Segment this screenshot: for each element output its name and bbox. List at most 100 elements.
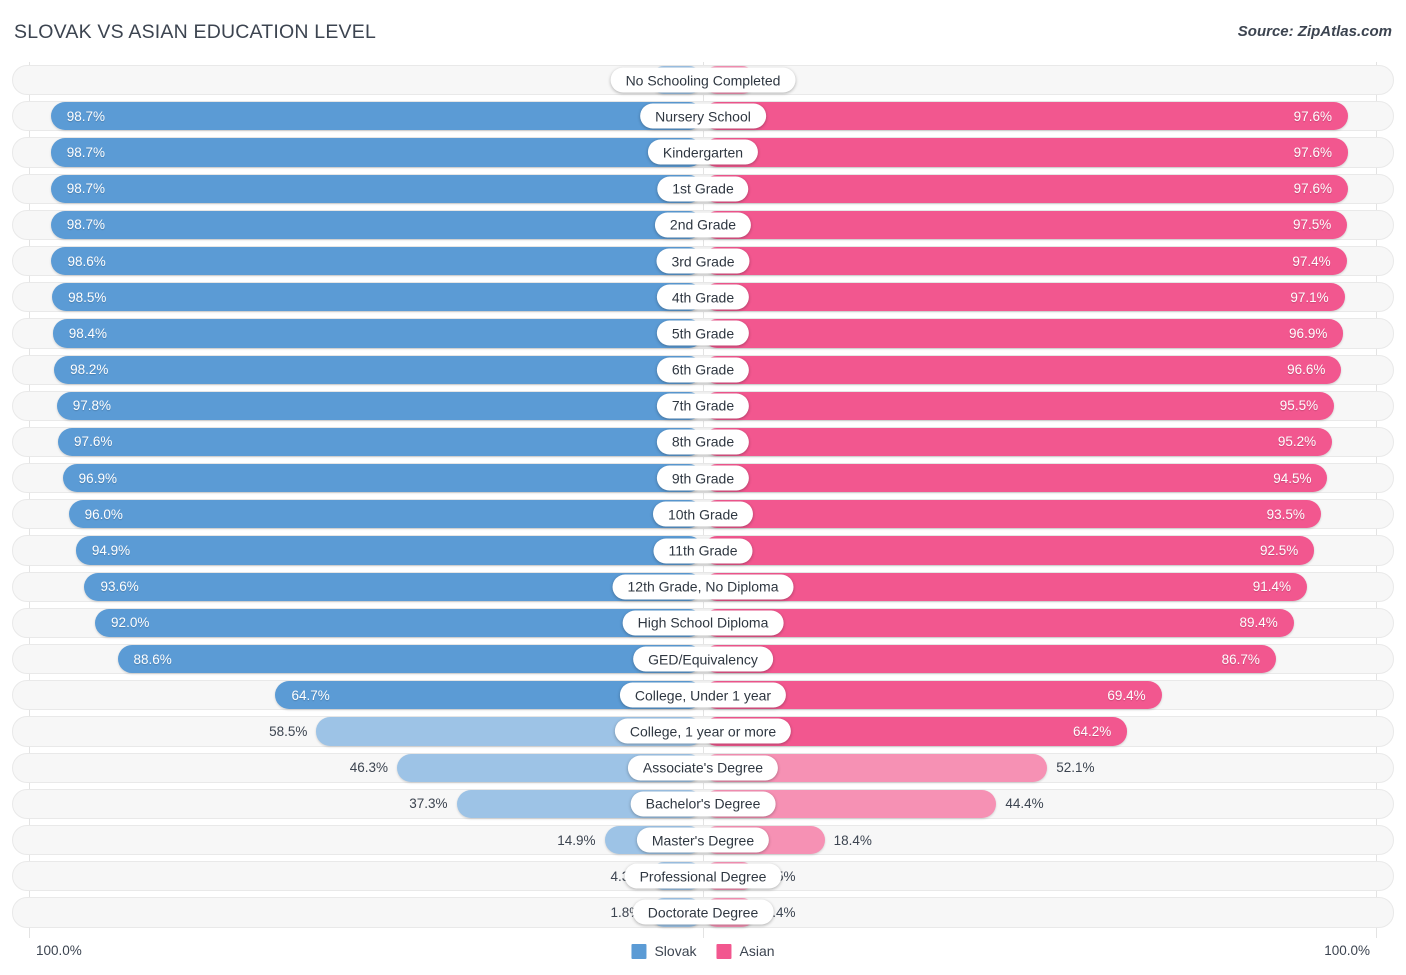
slovak-bar[interactable]: 98.5% xyxy=(52,283,703,312)
chart-row: 97.6% 95.2% 8th Grade xyxy=(0,424,1406,460)
slovak-bar[interactable]: 98.4% xyxy=(52,319,703,348)
asian-bar[interactable]: 95.2% xyxy=(703,427,1333,457)
chart-row: 96.0% 93.5% 10th Grade xyxy=(0,496,1406,532)
slovak-bar[interactable]: 98.7% xyxy=(50,102,703,131)
asian-half: 97.4% xyxy=(703,246,1406,276)
asian-bar[interactable]: 86.7% xyxy=(703,645,1276,674)
category-label: 10th Grade xyxy=(652,501,754,527)
slovak-value-label: 46.3% xyxy=(349,760,389,776)
category-label: Master's Degree xyxy=(636,827,770,853)
asian-bar[interactable]: 95.5% xyxy=(703,391,1335,420)
asian-bar[interactable]: 92.5% xyxy=(703,536,1315,565)
slovak-half: 98.7% xyxy=(0,138,703,167)
legend-item[interactable]: Slovak xyxy=(631,943,697,959)
asian-value-label: 18.4% xyxy=(833,832,872,848)
chart-row: 98.7% 97.6% Nursery School xyxy=(0,98,1406,134)
slovak-half: 98.5% xyxy=(0,283,703,312)
asian-bar[interactable]: 93.5% xyxy=(703,500,1321,529)
asian-half: 64.2% xyxy=(703,717,1406,746)
slovak-bar[interactable]: 93.6% xyxy=(84,572,703,601)
slovak-half: 97.6% xyxy=(0,427,703,457)
category-label: College, 1 year or more xyxy=(614,718,792,744)
slovak-half: 96.9% xyxy=(0,464,703,493)
asian-bar[interactable]: 97.6% xyxy=(703,138,1348,167)
chart-row: 96.9% 94.5% 9th Grade xyxy=(0,460,1406,496)
slovak-value-label: 98.6% xyxy=(67,253,106,269)
asian-value-label: 96.9% xyxy=(1289,325,1328,341)
slovak-half: 14.9% xyxy=(0,825,703,855)
asian-half: 5.5% xyxy=(703,862,1406,891)
chart-row: 64.7% 69.4% College, Under 1 year xyxy=(0,677,1406,713)
asian-half: 97.6% xyxy=(703,102,1406,131)
asian-bar[interactable]: 97.4% xyxy=(703,246,1347,276)
asian-half: 96.6% xyxy=(703,355,1406,384)
source-attribution: Source: ZipAtlas.com xyxy=(1237,23,1392,40)
slovak-value-label: 98.7% xyxy=(66,181,106,197)
chart-row: 98.2% 96.6% 6th Grade xyxy=(0,352,1406,388)
slovak-bar[interactable]: 98.7% xyxy=(50,138,703,167)
asian-bar[interactable]: 97.6% xyxy=(703,174,1348,203)
slovak-value-label: 93.6% xyxy=(100,579,139,595)
slovak-value-label: 96.9% xyxy=(78,470,117,486)
slovak-half: 1.3% xyxy=(0,66,703,95)
chart-row: 37.3% 44.4% Bachelor's Degree xyxy=(0,786,1406,822)
legend-swatch-icon xyxy=(716,943,732,959)
legend-label: Slovak xyxy=(654,943,697,959)
category-label: Bachelor's Degree xyxy=(630,791,776,817)
slovak-bar[interactable]: 88.6% xyxy=(117,645,703,674)
asian-half: 97.1% xyxy=(703,283,1406,312)
asian-value-label: 52.1% xyxy=(1056,760,1095,776)
slovak-bar[interactable]: 98.2% xyxy=(54,355,703,384)
slovak-bar[interactable]: 97.8% xyxy=(56,391,703,420)
chart-row: 58.5% 64.2% College, 1 year or more xyxy=(0,713,1406,749)
asian-half: 93.5% xyxy=(703,500,1406,529)
asian-half: 96.9% xyxy=(703,319,1406,348)
category-label: High School Diploma xyxy=(622,610,784,636)
asian-half: 94.5% xyxy=(703,464,1406,493)
asian-value-label: 97.6% xyxy=(1293,144,1332,160)
slovak-half: 98.6% xyxy=(0,246,703,276)
asian-half: 18.4% xyxy=(703,825,1406,855)
category-label: College, Under 1 year xyxy=(619,682,787,708)
slovak-bar[interactable]: 96.9% xyxy=(62,464,703,493)
asian-bar[interactable]: 96.9% xyxy=(703,319,1344,348)
chart-row: 97.8% 95.5% 7th Grade xyxy=(0,388,1406,424)
asian-bar[interactable]: 94.5% xyxy=(703,464,1328,493)
asian-half: 89.4% xyxy=(703,608,1406,637)
slovak-half: 37.3% xyxy=(0,789,703,818)
chart-row: 88.6% 86.7% GED/Equivalency xyxy=(0,641,1406,677)
slovak-value-label: 97.8% xyxy=(72,398,111,414)
slovak-bar[interactable]: 97.6% xyxy=(58,427,703,457)
slovak-half: 98.7% xyxy=(0,102,703,131)
slovak-bar[interactable]: 96.0% xyxy=(68,500,703,529)
asian-half: 52.1% xyxy=(703,753,1406,782)
legend-item[interactable]: Asian xyxy=(716,943,775,959)
asian-bar[interactable]: 97.1% xyxy=(703,283,1345,312)
slovak-value-label: 94.9% xyxy=(91,543,131,559)
chart-plot-area: 1.3%2.4%No Schooling Completed98.7%97.6%… xyxy=(0,62,1406,938)
asian-half: 69.4% xyxy=(703,681,1406,710)
page-header: SLOVAK VS ASIAN EDUCATION LEVEL Source: … xyxy=(0,0,1406,58)
chart-footer: 100.0% 100.0% Slovak Asian xyxy=(0,938,1406,975)
slovak-half: 98.4% xyxy=(0,319,703,348)
slovak-bar[interactable]: 98.7% xyxy=(50,210,703,239)
slovak-bar[interactable]: 92.0% xyxy=(95,608,703,637)
asian-value-label: 95.2% xyxy=(1277,434,1317,450)
asian-bar[interactable]: 97.6% xyxy=(703,102,1348,131)
axis-label-right: 100.0% xyxy=(1324,943,1370,958)
asian-value-label: 97.5% xyxy=(1293,217,1332,233)
slovak-bar[interactable]: 98.7% xyxy=(50,174,703,203)
asian-bar[interactable]: 89.4% xyxy=(703,608,1294,637)
chart-row: 92.0% 89.4% High School Diploma xyxy=(0,605,1406,641)
asian-half: 97.6% xyxy=(703,174,1406,203)
slovak-bar[interactable]: 94.9% xyxy=(75,536,703,565)
asian-bar[interactable]: 97.5% xyxy=(703,210,1348,239)
chart-page: SLOVAK VS ASIAN EDUCATION LEVEL Source: … xyxy=(0,0,1406,975)
asian-bar[interactable]: 96.6% xyxy=(703,355,1342,384)
chart-row: 1.3%2.4%No Schooling Completed xyxy=(0,62,1406,98)
category-label: 9th Grade xyxy=(656,465,750,491)
slovak-value-label: 98.7% xyxy=(66,144,106,160)
slovak-bar[interactable]: 98.6% xyxy=(51,246,703,276)
asian-value-label: 86.7% xyxy=(1221,651,1260,667)
asian-bar[interactable]: 91.4% xyxy=(703,572,1307,601)
